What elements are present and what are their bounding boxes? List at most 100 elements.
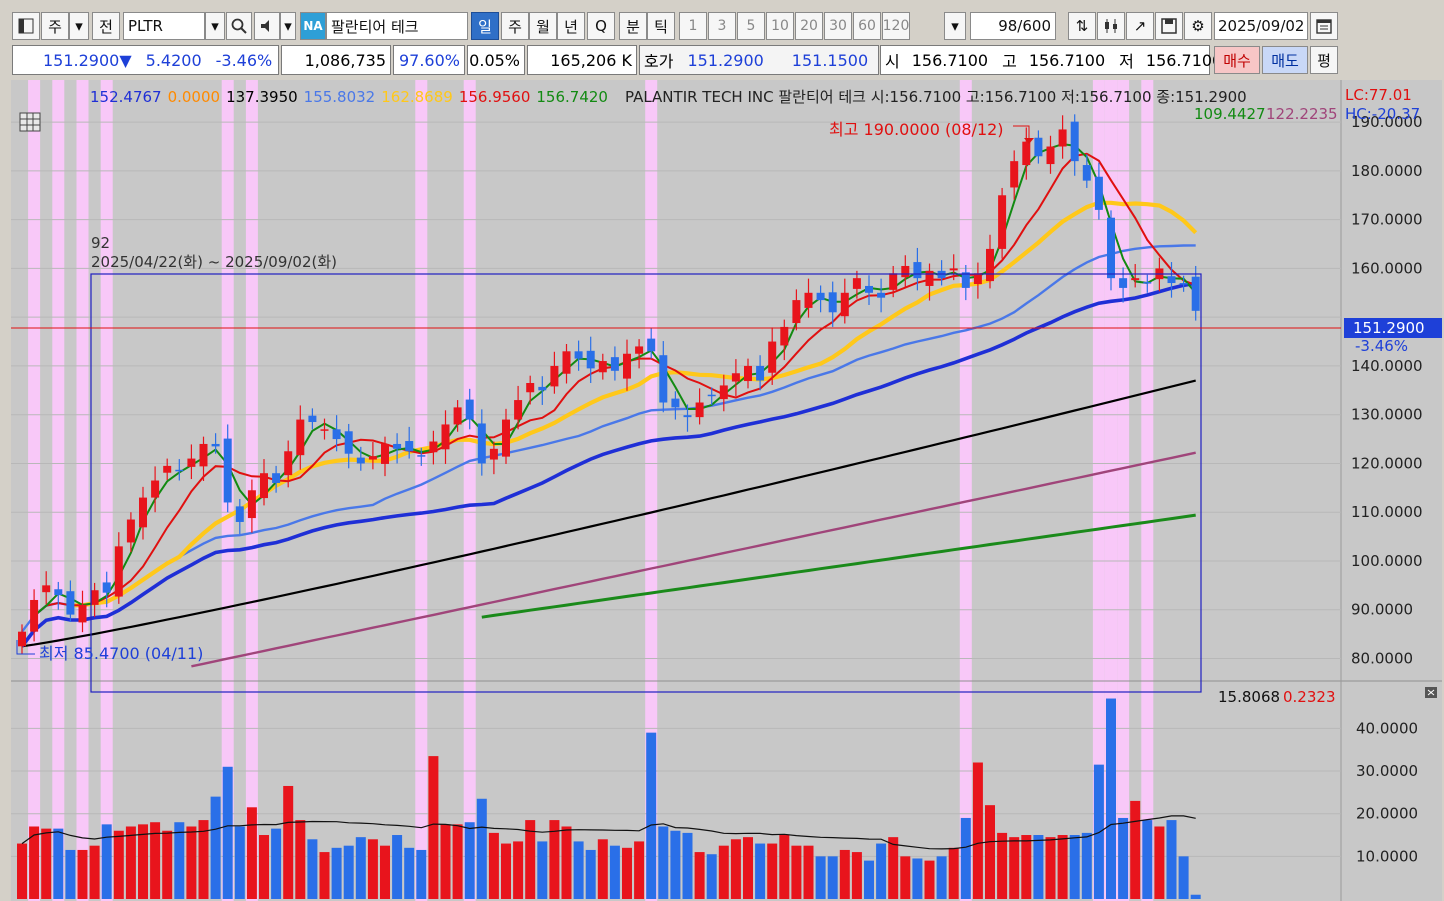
volume-bar bbox=[1178, 856, 1189, 899]
sub-indicator-a: 109.4427 bbox=[1194, 105, 1266, 123]
symbol-dropdown-icon[interactable]: ▾ bbox=[205, 12, 225, 40]
even-button[interactable]: 평 bbox=[1310, 46, 1338, 74]
volume-bar bbox=[234, 826, 245, 899]
interval-button-10[interactable]: 10 bbox=[766, 12, 794, 40]
date-input[interactable]: 2025/09/02 bbox=[1214, 12, 1308, 40]
lc-value: LC:77.01 bbox=[1345, 86, 1412, 104]
volume-bar bbox=[658, 826, 669, 899]
signal-band bbox=[463, 80, 476, 901]
prev-button[interactable]: 전 bbox=[92, 12, 120, 40]
volume-bar bbox=[307, 839, 318, 899]
ma-values-legend: 152.4767 0.0000 137.3950 155.8032 162.8689 15… bbox=[90, 88, 608, 106]
period-unit-select[interactable]: 주 bbox=[41, 12, 69, 40]
stock-name-field: 팔란티어 테크 bbox=[326, 12, 468, 40]
volume-panel-close-icon[interactable] bbox=[1425, 687, 1437, 698]
volume-bar bbox=[646, 732, 657, 899]
save-icon[interactable] bbox=[1155, 12, 1183, 40]
volume-bar bbox=[331, 847, 342, 899]
count-display[interactable]: 98/600 bbox=[970, 12, 1056, 40]
range-dates: 2025/04/22(화) ~ 2025/09/02(화) bbox=[91, 253, 337, 271]
screen-toggle-icon[interactable] bbox=[12, 12, 40, 40]
symbol-input[interactable]: PLTR bbox=[123, 12, 205, 40]
volume-bar bbox=[622, 847, 632, 899]
volume-tick-label: 40.0000 bbox=[1356, 719, 1418, 737]
volume-bar bbox=[815, 856, 826, 899]
bid-price: 151.2900 bbox=[687, 50, 764, 70]
current-price: 151.2900 bbox=[43, 50, 120, 70]
hc-value: HC:-20.37 bbox=[1345, 105, 1420, 123]
volume-bar bbox=[888, 837, 899, 899]
ma-legend-value-0: 152.4767 bbox=[90, 88, 162, 106]
interval-button-20[interactable]: 20 bbox=[795, 12, 823, 40]
grid-toggle-icon[interactable] bbox=[19, 112, 41, 132]
interval-button-1[interactable]: 1 bbox=[679, 12, 707, 40]
candle-tool-icon[interactable] bbox=[1097, 12, 1125, 40]
interval-dropdown-icon[interactable]: ▾ bbox=[944, 12, 966, 40]
volume-bar bbox=[319, 852, 330, 899]
period-tab-3[interactable]: 년 bbox=[557, 12, 585, 40]
volume-bar bbox=[985, 805, 995, 899]
volume-bar bbox=[1106, 698, 1116, 899]
volume-bar bbox=[900, 856, 911, 899]
period-tab-4[interactable]: Q bbox=[587, 12, 615, 40]
volume-bar bbox=[972, 762, 983, 899]
volume-bar bbox=[428, 756, 439, 899]
ma-legend-value-6: 156.7420 bbox=[536, 88, 608, 106]
stock-chart[interactable]: 190.0000180.0000170.0000160.0000140.0000… bbox=[11, 80, 1442, 901]
volume-value: 1,086,735 bbox=[281, 45, 391, 75]
period-tab-5[interactable]: 분 bbox=[619, 12, 647, 40]
buy-button[interactable]: 매수 bbox=[1214, 46, 1260, 74]
period-tab-1[interactable]: 주 bbox=[501, 12, 529, 40]
volume-bar bbox=[597, 839, 608, 899]
volume-bar bbox=[694, 852, 705, 899]
search-icon[interactable] bbox=[226, 12, 252, 40]
price-tick-label: 120.0000 bbox=[1351, 454, 1423, 472]
interval-button-3[interactable]: 3 bbox=[708, 12, 736, 40]
volume-bar bbox=[1069, 835, 1080, 899]
low-marker-label: 최저 85.4700 (04/11) bbox=[39, 644, 203, 663]
volume-bar bbox=[791, 845, 802, 899]
ma-legend-value-3: 155.8032 bbox=[304, 88, 376, 106]
interval-button-5[interactable]: 5 bbox=[737, 12, 765, 40]
signal-band bbox=[415, 80, 428, 901]
quote-price-group: 151.2900 ▼ 5.4200 -3.46% bbox=[12, 45, 279, 75]
period-tab-6[interactable]: 틱 bbox=[647, 12, 675, 40]
interval-button-30[interactable]: 30 bbox=[824, 12, 852, 40]
volume-bar bbox=[609, 845, 620, 899]
volume-bar bbox=[174, 822, 185, 899]
signal-band bbox=[28, 80, 41, 901]
trendline-tool-icon[interactable]: ↗ bbox=[1126, 12, 1154, 40]
gear-icon[interactable]: ⚙ bbox=[1184, 12, 1212, 40]
volume-bar bbox=[537, 841, 548, 899]
signal-band bbox=[959, 80, 972, 901]
speaker-dropdown-icon[interactable]: ▾ bbox=[280, 12, 296, 40]
volume-bar bbox=[561, 826, 572, 899]
volume-bar bbox=[851, 852, 862, 899]
open-label: 시 bbox=[885, 52, 900, 71]
chevron-down-icon[interactable]: ▾ bbox=[69, 12, 89, 40]
period-tab-2[interactable]: 월 bbox=[529, 12, 557, 40]
current-pct-tag: -3.46% bbox=[1355, 337, 1408, 355]
ask-price: 151.1500 bbox=[791, 50, 869, 70]
volume-bar bbox=[1033, 835, 1044, 899]
volume-bar bbox=[743, 837, 753, 899]
price-tick-label: 100.0000 bbox=[1351, 552, 1423, 570]
turnover-percent: 97.60% bbox=[393, 45, 465, 75]
volume-bar bbox=[1166, 820, 1177, 899]
volume-bar bbox=[17, 843, 27, 899]
volume-bar bbox=[162, 830, 173, 899]
bid-label: 호가 bbox=[644, 52, 674, 71]
quote-bar: 151.2900 ▼ 5.4200 -3.46% 1,086,735 97.60… bbox=[0, 45, 1444, 75]
calendar-icon[interactable] bbox=[1310, 12, 1338, 40]
compare-icon[interactable]: ⇅ bbox=[1068, 12, 1096, 40]
ma-legend-value-1: 0.0000 bbox=[168, 88, 221, 106]
interval-button-120[interactable]: 120 bbox=[882, 12, 910, 40]
volume-bar bbox=[960, 817, 971, 899]
speaker-icon[interactable] bbox=[254, 12, 280, 40]
ma-legend-value-5: 156.9560 bbox=[459, 88, 531, 106]
period-tab-0[interactable]: 일 bbox=[471, 12, 499, 40]
volume-bar bbox=[912, 858, 923, 899]
sell-button[interactable]: 매도 bbox=[1262, 46, 1308, 74]
volume-bar bbox=[416, 849, 427, 899]
interval-button-60[interactable]: 60 bbox=[853, 12, 881, 40]
